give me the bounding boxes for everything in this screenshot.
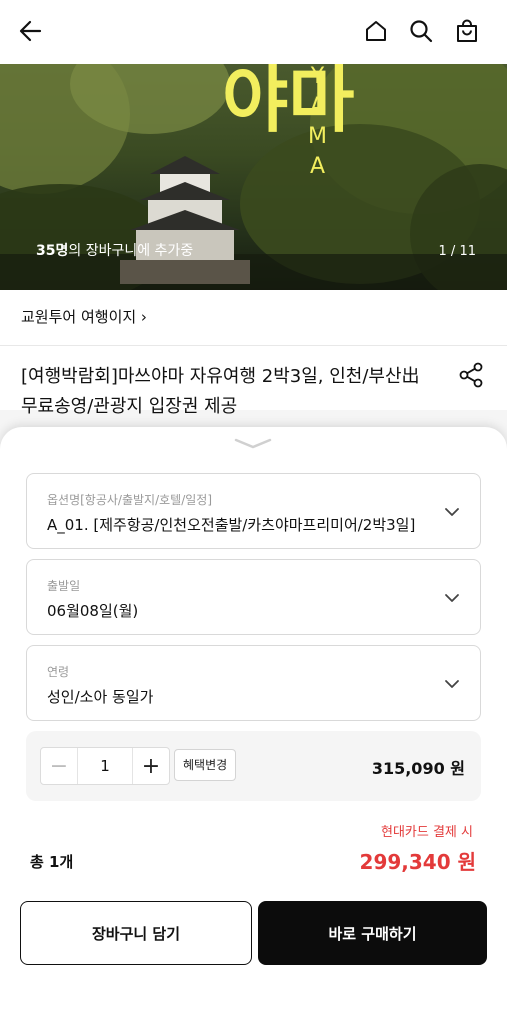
hero-vertical-text-letters: YAMA: [308, 64, 328, 179]
hero-vertical-text: YAMA: [306, 64, 330, 182]
castle-graphic: [120, 156, 250, 284]
option-select-value: A_01. [제주항공/인천오전출발/카츠야마프리미어/2박3일]: [47, 516, 416, 534]
quantity-stepper: − 1 +: [40, 747, 170, 785]
purchase-option-sheet: 옵션명[항공사/출발지/호텔/일정] A_01. [제주항공/인천오전출발/카츠…: [0, 427, 507, 1024]
quantity-row: − 1 + 혜택변경 315,090 원: [26, 731, 481, 801]
buy-now-button[interactable]: 바로 구매하기: [258, 901, 487, 965]
increase-button[interactable]: +: [132, 748, 169, 784]
product-hero-image[interactable]: 야마 YAMA 35명의 장바구니에 추가중 1 / 11: [0, 64, 507, 290]
cart-count-number: 35명: [36, 243, 69, 259]
option-select-label: 옵션명[항공사/출발지/호텔/일정]: [47, 493, 213, 507]
shopping-bag-icon[interactable]: [450, 14, 484, 48]
divider: [0, 345, 507, 346]
total-count-label: 총 1개: [30, 853, 74, 871]
option-select-value: 06월08일(월): [47, 602, 139, 620]
search-icon[interactable]: [404, 14, 438, 48]
option-select-label: 출발일: [47, 579, 81, 593]
cart-count-suffix: 의 장바구니에 추가중: [68, 243, 194, 259]
quantity-value[interactable]: 1: [78, 748, 132, 784]
chevron-down-icon: [445, 594, 459, 602]
option-select-label: 연령: [47, 665, 70, 679]
share-icon[interactable]: [456, 360, 486, 390]
change-benefit-button[interactable]: 혜택변경: [174, 749, 237, 781]
cart-count-text: 35명의 장바구니에 추가중: [36, 240, 193, 260]
total-price: 299,340 원: [359, 850, 476, 874]
seller-link[interactable]: 교원투어 여행이지 ›: [21, 306, 147, 327]
add-to-cart-button[interactable]: 장바구니 담기: [20, 901, 252, 965]
sheet-collapse-handle-icon[interactable]: [232, 435, 274, 451]
chevron-down-icon: [445, 680, 459, 688]
hero-title-text: 야마: [222, 64, 355, 142]
option-select-age[interactable]: 연령 성인/소아 동일가: [26, 645, 481, 721]
back-arrow-icon[interactable]: [14, 14, 48, 48]
top-header: [0, 0, 507, 64]
chevron-down-icon: [445, 508, 459, 516]
option-select-departure-date[interactable]: 출발일 06월08일(월): [26, 559, 481, 635]
option-select-product[interactable]: 옵션명[항공사/출발지/호텔/일정] A_01. [제주항공/인천오전출발/카츠…: [26, 473, 481, 549]
card-discount-note: 현대카드 결제 시: [381, 825, 473, 840]
decrease-button[interactable]: −: [41, 748, 78, 784]
unit-price: 315,090 원: [371, 759, 465, 778]
home-icon[interactable]: [359, 14, 393, 48]
option-select-value: 성인/소아 동일가: [47, 688, 154, 706]
image-pager: 1 / 11: [438, 244, 476, 259]
